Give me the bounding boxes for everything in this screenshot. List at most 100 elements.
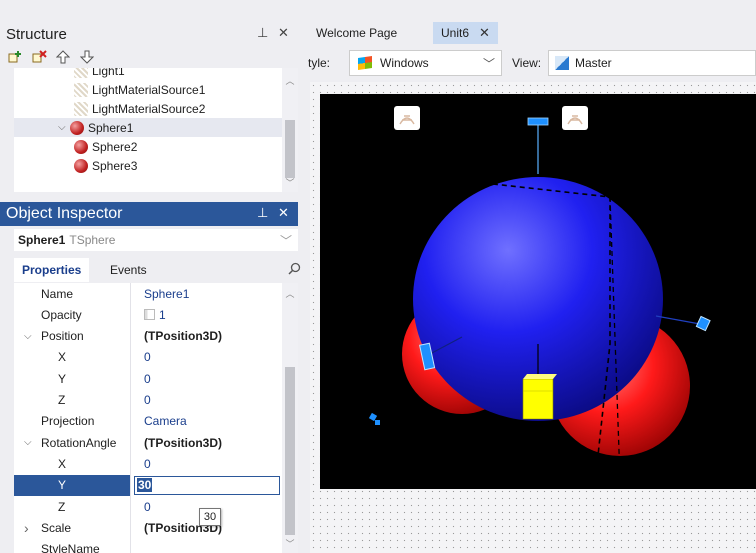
property-value-text: 0: [144, 499, 151, 514]
structure-toolbar: [0, 46, 298, 68]
search-icon[interactable]: [288, 262, 301, 278]
chevron-down-icon[interactable]: ﹀: [280, 232, 292, 249]
property-name: Z: [14, 496, 130, 517]
property-row-position[interactable]: ⌵ Position (TPosition3D): [14, 326, 282, 347]
property-value[interactable]: Camera: [131, 411, 281, 432]
property-scrollbar[interactable]: ︿ ﹀: [282, 283, 298, 553]
property-name-text: RotationAngle: [41, 435, 117, 450]
property-edit-field[interactable]: 30: [134, 475, 280, 495]
property-name: › Scale: [14, 517, 130, 538]
property-row-name[interactable]: Name Sphere1: [14, 283, 282, 304]
style-label: tyle:: [308, 56, 331, 70]
property-row-opacity[interactable]: Opacity 1: [14, 304, 282, 325]
selected-object-type: TSphere: [69, 233, 116, 247]
property-value[interactable]: 0: [131, 347, 281, 368]
viewport3d[interactable]: [320, 94, 756, 489]
light-gizmo-small[interactable]: [368, 412, 380, 425]
yellow-cube-gizmo[interactable]: [522, 374, 557, 420]
close-icon[interactable]: ✕: [479, 25, 490, 41]
property-value-text: 0: [144, 393, 151, 407]
tab-welcome-page[interactable]: Welcome Page: [308, 22, 405, 44]
tab-label: Welcome Page: [316, 26, 398, 40]
property-value[interactable]: 0: [131, 390, 281, 411]
structure-panel-title: Structure ⊥ ✕: [0, 22, 298, 46]
view-dropdown[interactable]: Master: [548, 50, 756, 76]
property-name-text: Position: [41, 329, 84, 344]
tree-node-label: Sphere1: [88, 120, 134, 135]
scrollbar-thumb[interactable]: [285, 367, 295, 535]
scroll-down-icon[interactable]: ﹀: [282, 176, 298, 189]
property-value[interactable]: 0: [131, 453, 281, 474]
chevron-down-icon[interactable]: ﹀: [483, 55, 495, 72]
chevron-down-icon[interactable]: ⌵: [24, 331, 32, 342]
property-value[interactable]: 1: [131, 304, 281, 325]
property-row-y[interactable]: Y 30: [14, 474, 282, 496]
property-row-z[interactable]: Z0: [14, 390, 282, 411]
property-row-stylename[interactable]: StyleName: [14, 539, 282, 553]
structure-tree[interactable]: Light1 LightMaterialSource1 LightMaterialS…: [14, 68, 298, 192]
tree-scrollbar[interactable]: ︿ ﹀: [282, 68, 298, 192]
tree-node-lightmaterialsource2[interactable]: LightMaterialSource2: [14, 99, 282, 118]
light-icon: [74, 68, 88, 78]
property-name-text: Name: [41, 286, 74, 301]
property-value[interactable]: (TPosition3D): [131, 432, 281, 453]
light-gizmo-top[interactable]: [527, 117, 549, 174]
chevron-down-icon[interactable]: ⌵: [24, 437, 32, 448]
slider-icon[interactable]: [144, 309, 155, 321]
tree-node-sphere1[interactable]: ⌵ Sphere1: [14, 118, 282, 137]
property-value-text: Sphere1: [144, 286, 190, 301]
property-value[interactable]: (TPosition3D): [131, 326, 281, 347]
pin-icon[interactable]: ⊥: [257, 205, 268, 221]
property-value[interactable]: 30: [131, 475, 281, 496]
style-value: Windows: [380, 56, 429, 70]
tab-events[interactable]: Events: [102, 258, 155, 282]
value-tooltip: 30: [199, 508, 221, 526]
property-value[interactable]: Sphere1: [131, 283, 281, 304]
property-name: X: [14, 453, 130, 474]
form-designer-toolbar: tyle: Windows ﹀ View: Master: [298, 48, 756, 78]
pin-icon[interactable]: ⊥: [257, 25, 268, 41]
property-value[interactable]: 0: [131, 368, 281, 389]
scroll-down-icon[interactable]: ﹀: [282, 537, 298, 550]
tab-properties[interactable]: Properties: [14, 258, 90, 282]
property-name-text: StyleName: [41, 542, 100, 553]
property-grid[interactable]: Name Sphere1 Opacity 1 ⌵ Position (TPosition3D…: [14, 283, 298, 553]
chevron-down-icon[interactable]: ⌵: [58, 122, 70, 133]
style-dropdown[interactable]: Windows ﹀: [349, 50, 502, 76]
tree-node-sphere2[interactable]: Sphere2: [14, 137, 282, 156]
move-down-icon[interactable]: [78, 49, 96, 65]
property-row-z[interactable]: Z0: [14, 496, 282, 517]
scroll-up-icon[interactable]: ︿: [282, 74, 298, 87]
property-name-text: X: [58, 350, 67, 365]
property-value[interactable]: [131, 539, 281, 553]
structure-title-text: Structure: [6, 25, 67, 43]
property-name: X: [14, 347, 130, 368]
delete-item-icon[interactable]: [30, 49, 48, 65]
close-icon[interactable]: ✕: [278, 205, 289, 221]
property-name: ⌵ Position: [14, 326, 130, 347]
property-row-y[interactable]: Y0: [14, 368, 282, 389]
scroll-up-icon[interactable]: ︿: [282, 287, 298, 300]
tab-unit6[interactable]: Unit6 ✕: [433, 22, 498, 44]
chevron-right-icon[interactable]: ›: [24, 520, 29, 536]
property-name: Opacity: [14, 304, 130, 325]
object-selector[interactable]: Sphere1 TSphere ﹀: [14, 229, 298, 251]
add-item-icon[interactable]: [6, 49, 24, 65]
object-inspector-title: Object Inspector ⊥ ✕: [0, 202, 298, 226]
light-gizmo-right[interactable]: [695, 315, 711, 332]
tree-node-sphere3[interactable]: Sphere3: [14, 156, 282, 175]
close-icon[interactable]: ✕: [278, 25, 289, 41]
property-row-x[interactable]: X0: [14, 453, 282, 474]
property-row-rotationangle[interactable]: ⌵ RotationAngle (TPosition3D): [14, 432, 282, 453]
tree-node-label: Sphere3: [92, 158, 138, 173]
move-up-icon[interactable]: [54, 49, 72, 65]
property-row-scale[interactable]: › Scale (TPosition3D): [14, 517, 282, 538]
scrollbar-thumb[interactable]: [285, 120, 295, 178]
tree-node-lightmaterialsource1[interactable]: LightMaterialSource1: [14, 80, 282, 99]
property-row-projection[interactable]: Projection Camera: [14, 411, 282, 432]
windows-logo-icon: [358, 56, 372, 70]
property-row-x[interactable]: X0: [14, 347, 282, 368]
property-name-text: Z: [58, 499, 66, 514]
tree-node-light1[interactable]: Light1: [14, 68, 282, 80]
property-name-text: X: [58, 456, 67, 471]
